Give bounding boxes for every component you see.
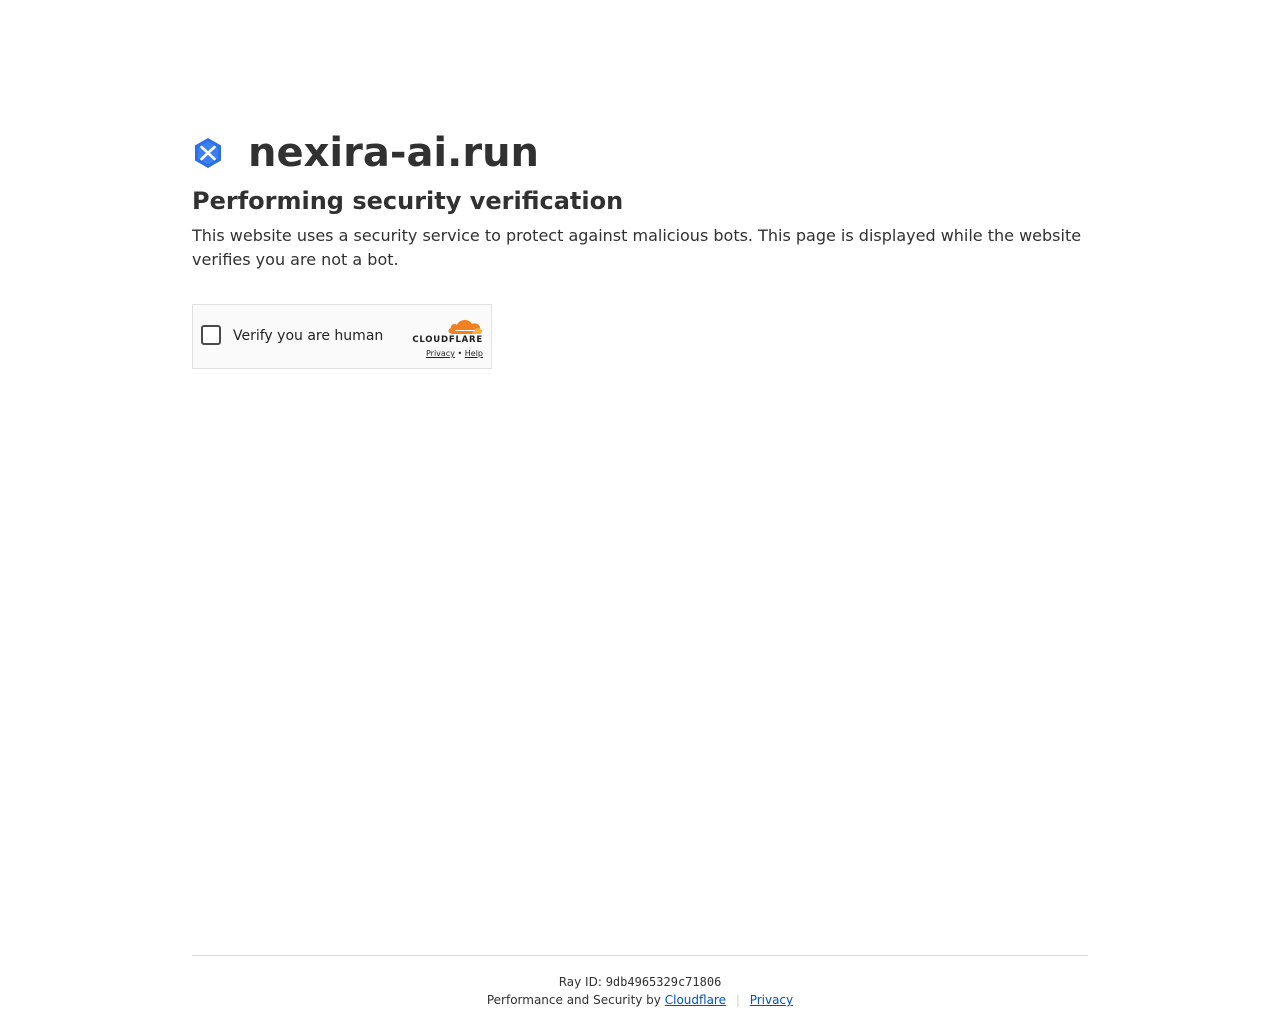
footer: Ray ID: 9db4965329c71806 Performance and…	[192, 955, 1088, 1009]
cloudflare-cloud-icon	[448, 319, 482, 334]
verify-label[interactable]: Verify you are human	[233, 327, 383, 345]
page-title: Performing security verification	[192, 187, 624, 215]
footer-privacy-link[interactable]: Privacy	[750, 993, 793, 1007]
cloudflare-wordmark: CLOUDFLARE	[412, 335, 483, 345]
hexagon-brand-icon	[192, 137, 224, 169]
ray-id: Ray ID: 9db4965329c71806	[192, 973, 1088, 991]
cloudflare-brand: CLOUDFLARE Privacy • Help	[407, 317, 483, 359]
widget-links: Privacy • Help	[407, 349, 483, 359]
site-header: nexira-ai.run	[192, 128, 1088, 178]
turnstile-widget: Verify you are human CLOUDFLARE Privacy …	[192, 304, 492, 369]
verify-checkbox[interactable]	[201, 325, 221, 345]
challenge-description: This website uses a security service to …	[192, 226, 1082, 269]
footer-divider: |	[735, 993, 740, 1007]
main-content: nexira-ai.run Performing security verifi…	[192, 128, 1088, 369]
site-name: nexira-ai.run	[248, 130, 540, 176]
widget-help-link[interactable]: Help	[465, 349, 483, 358]
ray-id-label: Ray ID:	[558, 975, 602, 989]
ray-id-value: 9db4965329c71806	[605, 975, 722, 989]
widget-privacy-link[interactable]: Privacy	[426, 349, 455, 358]
footer-credits: Performance and Security by Cloudflare |…	[192, 991, 1088, 1009]
widget-link-separator: •	[457, 349, 463, 358]
cloudflare-link[interactable]: Cloudflare	[665, 993, 726, 1007]
performance-text: Performance and Security by	[486, 993, 661, 1007]
